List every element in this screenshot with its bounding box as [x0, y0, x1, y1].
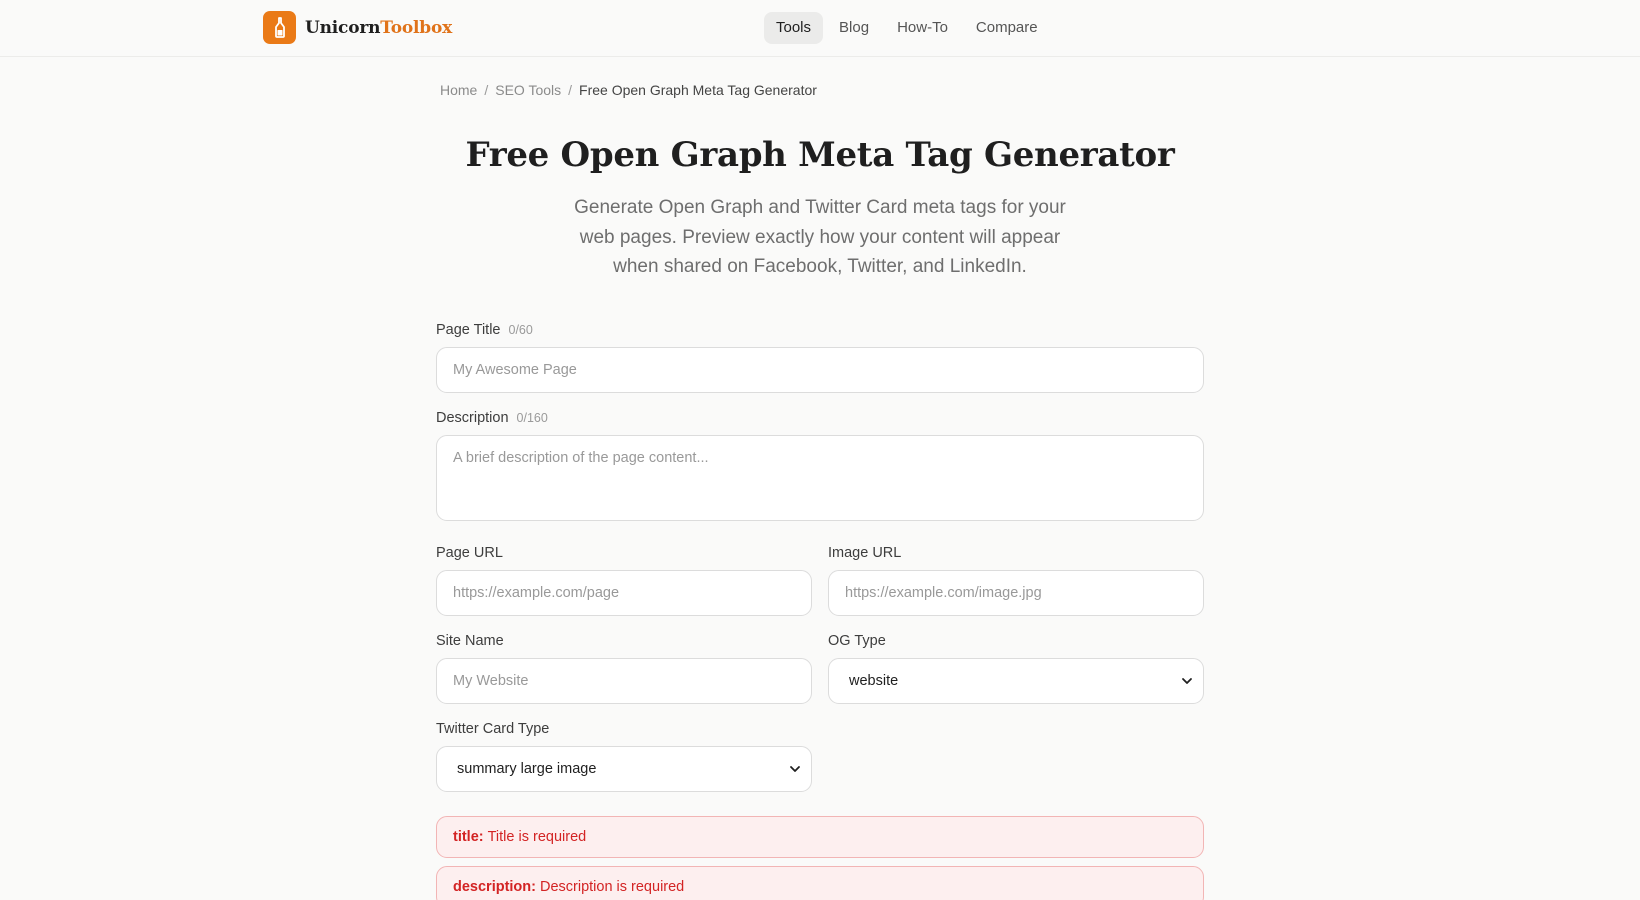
- logo-text: UnicornToolbox: [305, 18, 452, 38]
- description-textarea[interactable]: A brief description of the page content.…: [436, 435, 1204, 521]
- breadcrumb-seo-tools[interactable]: SEO Tools: [495, 82, 561, 98]
- breadcrumb: Home / SEO Tools / Free Open Graph Meta …: [440, 82, 817, 98]
- site-name-label: Site Name: [436, 633, 504, 649]
- unicorn-bottle-icon: [263, 11, 296, 44]
- nav-how-to[interactable]: How-To: [885, 12, 960, 44]
- page-title-input[interactable]: My Awesome Page: [436, 347, 1204, 393]
- site-name-placeholder: My Website: [453, 673, 529, 689]
- breadcrumb-home[interactable]: Home: [440, 82, 477, 98]
- nav-blog[interactable]: Blog: [827, 12, 881, 44]
- error-key: title:: [453, 829, 484, 845]
- page-subtitle: Generate Open Graph and Twitter Card met…: [574, 197, 1066, 277]
- page-url-label-text: Page URL: [436, 545, 503, 561]
- error-title-required: title: Title is required: [436, 816, 1204, 858]
- og-type-select[interactable]: website: [828, 658, 1204, 704]
- page-url-label: Page URL: [436, 545, 503, 561]
- page-url-placeholder: https://example.com/page: [453, 585, 620, 601]
- twitter-card-label-text: Twitter Card Type: [436, 721, 550, 737]
- breadcrumb-current: Free Open Graph Meta Tag Generator: [579, 82, 817, 98]
- nav-compare[interactable]: Compare: [964, 12, 1050, 44]
- image-url-label-text: Image URL: [828, 545, 902, 561]
- site-header: UnicornToolbox Tools Blog How-To Compare: [0, 0, 1640, 57]
- page-title-label-text: Page Title: [436, 322, 501, 338]
- description-label: Description 0/160: [436, 410, 548, 426]
- page-url-input[interactable]: https://example.com/page: [436, 570, 812, 616]
- image-url-input[interactable]: https://example.com/image.jpg: [828, 570, 1204, 616]
- image-url-label: Image URL: [828, 545, 901, 561]
- chevron-down-icon: [1182, 678, 1192, 684]
- twitter-card-select[interactable]: summary large image: [436, 746, 812, 792]
- error-description-required: description: Description is required: [436, 866, 1204, 900]
- description-char-count: 0/160: [516, 411, 548, 425]
- error-message: Title is required: [487, 829, 587, 845]
- logo-text-primary: Unicorn: [305, 17, 381, 38]
- error-message: Description is required: [539, 879, 685, 895]
- og-type-label: OG Type: [828, 633, 886, 649]
- error-key: description:: [453, 879, 536, 895]
- twitter-card-label: Twitter Card Type: [436, 721, 549, 737]
- nav-tools[interactable]: Tools: [764, 12, 824, 44]
- breadcrumb-separator: /: [484, 82, 489, 98]
- og-type-label-text: OG Type: [828, 633, 886, 649]
- logo-link[interactable]: UnicornToolbox: [263, 11, 452, 44]
- image-url-placeholder: https://example.com/image.jpg: [845, 585, 1042, 601]
- site-name-input[interactable]: My Website: [436, 658, 812, 704]
- page-title-char-count: 0/60: [508, 323, 533, 337]
- page-title-placeholder: My Awesome Page: [453, 362, 577, 378]
- description-label-text: Description: [436, 410, 509, 426]
- main-nav: Tools Blog How-To Compare: [764, 12, 1054, 44]
- breadcrumb-separator: /: [568, 82, 573, 98]
- chevron-down-icon: [790, 766, 800, 772]
- twitter-card-selected-value: summary large image: [457, 761, 597, 777]
- page-title-label: Page Title 0/60: [436, 322, 533, 338]
- logo-text-accent: Toolbox: [380, 17, 453, 38]
- og-type-selected-value: website: [849, 673, 899, 689]
- site-name-label-text: Site Name: [436, 633, 504, 649]
- description-placeholder: A brief description of the page content.…: [453, 450, 709, 466]
- page-title: Free Open Graph Meta Tag Generator: [465, 135, 1175, 175]
